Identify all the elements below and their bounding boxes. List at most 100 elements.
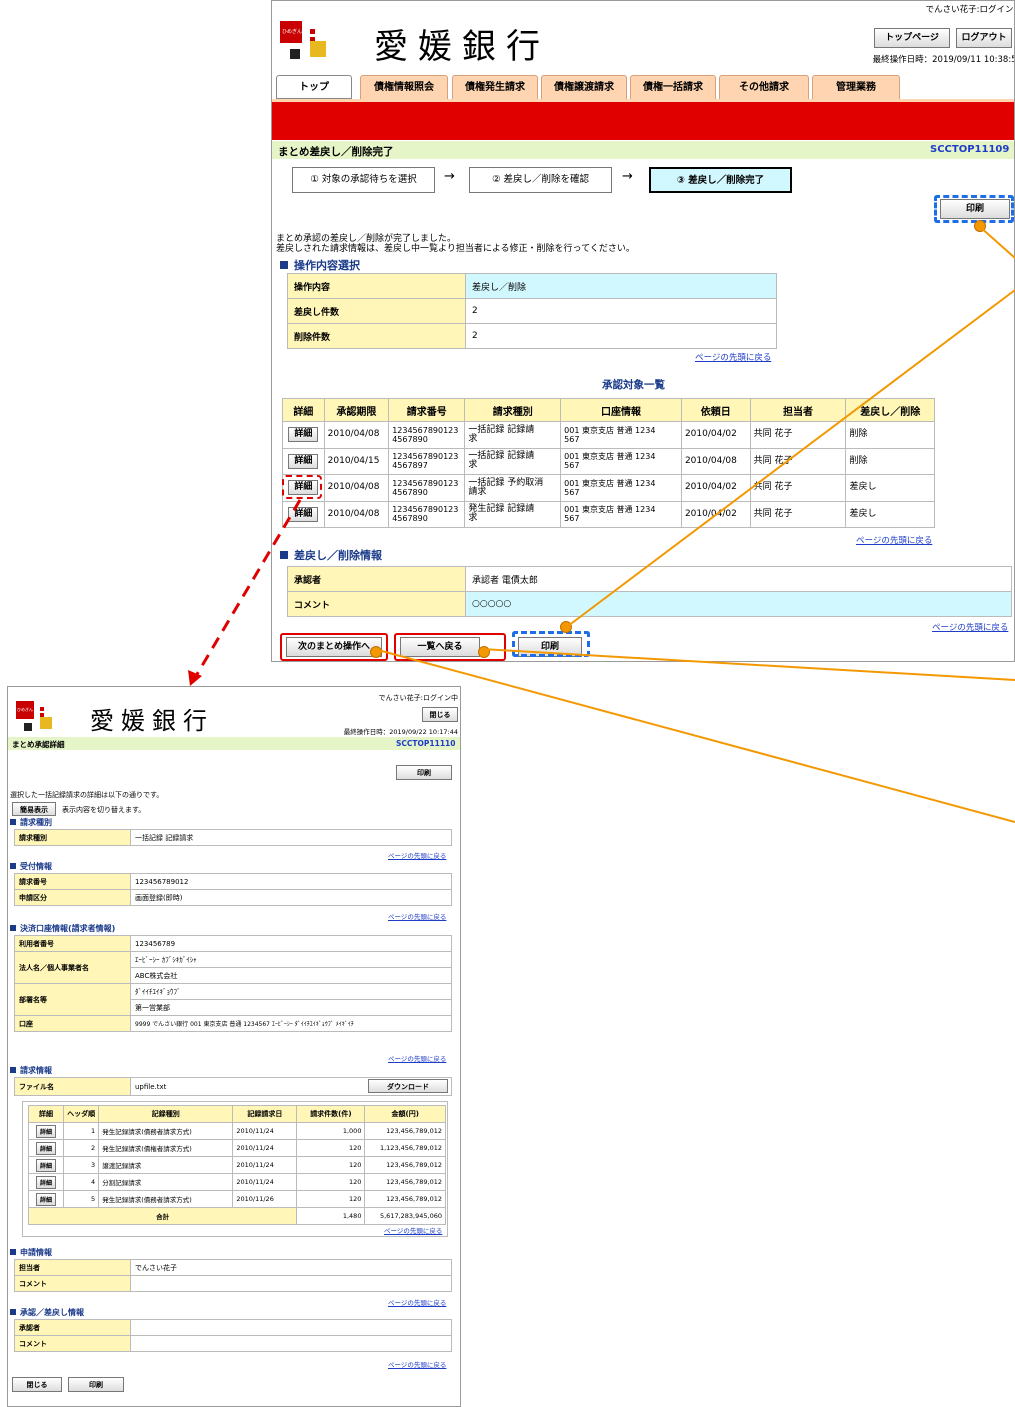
header-order: 5 (63, 1190, 100, 1208)
page-title-bar: まとめ差戻し／削除完了 SCCTOP11109 (272, 141, 1014, 159)
field-value (130, 1335, 452, 1352)
detail-button[interactable]: 詳細 (36, 1141, 57, 1155)
request-no: 4567890 (392, 487, 428, 497)
user-status: でんさい花子:ログイン中 (378, 694, 458, 702)
person-cell: 共同 花子 (749, 500, 847, 528)
tab-other-request[interactable]: その他請求 (719, 75, 809, 99)
last-operation: 最終操作日時：2019/09/11 10:38:51 (872, 55, 1015, 65)
account-info: 567 (564, 487, 580, 497)
step-1: ① 対象の承認待ちを選択 (292, 167, 435, 193)
section-info: 差戻し／削除情報 (280, 547, 382, 563)
detail-window: ひめぎん 愛媛銀行 でんさい花子:ログイン中 閉じる 最終操作日時：2019/0… (7, 686, 461, 1407)
section-reception: 受付情報 (10, 861, 52, 872)
tab-management[interactable]: 管理業務 (812, 75, 900, 99)
field-value: ﾀﾞｲｲﾁｴｲｷﾞｮｳﾌﾞ (130, 983, 452, 1000)
request-type: 求 (468, 460, 478, 471)
top-page-button[interactable]: トップページ (874, 28, 950, 48)
field-key: ファイル名 (14, 1077, 131, 1096)
main-window: ひめぎん 愛媛銀行 でんさい花子:ログイン中 トップページ ログアウト 最終操作… (271, 0, 1015, 662)
field-value: ｴｰﾋﾞｰｼｰ ｶﾌﾞｼｷｶﾞｲｼｬ (130, 951, 452, 968)
field-key: 請求番号 (14, 873, 131, 890)
total-label: 合計 (27, 1207, 298, 1225)
detail-button[interactable]: 詳細 (36, 1158, 57, 1172)
col-header: 口座情報 (560, 398, 682, 422)
step-3-current: ③ 差戻し／削除完了 (649, 167, 792, 193)
record-type: 発生記録請求(債権者請求方式) (98, 1139, 234, 1157)
tab-claims-transfer[interactable]: 債権譲渡請求 (541, 75, 627, 99)
page-top-link[interactable]: ページの先頭に戻る (388, 1359, 446, 1369)
print-button[interactable]: 印刷 (396, 765, 452, 780)
file-detail-table: 詳細 ヘッダ順 記録種別 記録請求日 請求件数(件) 金額(円) 詳細 1 発生… (27, 1105, 446, 1225)
page-top-link[interactable]: ページの先頭に戻る (388, 1297, 446, 1307)
simple-view-note: 表示内容を切り替えます。 (62, 806, 146, 814)
request-count: 1,000 (296, 1122, 366, 1140)
field-value (130, 1319, 452, 1336)
account-info: 001 東京支店 普通 1234 (564, 452, 656, 462)
logout-button[interactable]: ログアウト (956, 28, 1012, 48)
request-no: 1234567890123 (392, 505, 459, 515)
page-top-link[interactable]: ページの先頭に戻る (388, 850, 446, 860)
detail-button[interactable]: 詳細 (36, 1124, 57, 1138)
tab-bulk-request[interactable]: 債権一括請求 (630, 75, 716, 99)
page-top-link[interactable]: ページの先頭に戻る (388, 911, 446, 921)
deadline-cell: 2010/04/08 (323, 421, 390, 449)
amount: 123,456,789,012 (364, 1173, 446, 1191)
approval-table: 承認者 コメント (14, 1319, 452, 1352)
account-info: 001 東京支店 普通 1234 (564, 505, 656, 515)
page-top-link[interactable]: ページの先頭に戻る (384, 1225, 442, 1235)
request-no: 1234567890123 (392, 425, 459, 435)
request-type: 一括記録 記録請 (468, 451, 535, 462)
logo-mark: ひめぎん (280, 21, 302, 43)
section-operation: 操作内容選択 (280, 257, 360, 273)
reception-table: 請求番号 123456789012 申請区分 画面登録(即時) (14, 873, 452, 906)
detail-button[interactable]: 詳細 (36, 1175, 57, 1189)
page-top-link[interactable]: ページの先頭に戻る (388, 1053, 446, 1063)
amount: 1,123,456,789,012 (364, 1139, 446, 1157)
logo-mark: ひめぎん (16, 701, 34, 719)
tab-claims-issue[interactable]: 債権発生請求 (452, 75, 538, 99)
detail-button[interactable]: 詳細 (36, 1192, 57, 1206)
field-value: 123456789012 (130, 873, 452, 890)
person-cell: 共同 花子 (749, 447, 847, 475)
record-date: 2010/11/24 (232, 1139, 298, 1157)
simple-view-button[interactable]: 簡易表示 (12, 802, 56, 816)
page-top-link[interactable]: ページの先頭に戻る (932, 621, 1008, 633)
field-key: コメント (14, 1335, 131, 1352)
request-no: 1234567890123 (392, 452, 459, 462)
record-date: 2010/11/24 (232, 1156, 298, 1174)
step-arrow-icon: → (444, 169, 455, 184)
op-key: 削除件数 (287, 323, 466, 349)
tab-claims-inquiry[interactable]: 債権情報照会 (360, 75, 448, 99)
field-value: 9999 でんさい銀行 001 東京支店 普通 1234567 ｴｰﾋﾞｰｼｰ … (130, 1015, 452, 1032)
col-header: 請求件数(件) (296, 1105, 366, 1123)
total-count: 1,480 (296, 1207, 366, 1225)
person-cell: 共同 花子 (749, 474, 847, 502)
op-key: 操作内容 (287, 273, 466, 299)
table-row: 詳細 1 発生記録請求(債務者請求方式) 2010/11/24 1,000 12… (27, 1122, 446, 1140)
request-type: 求 (468, 513, 478, 524)
page-title: まとめ差戻し／削除完了 (278, 146, 394, 158)
callout-dot (560, 621, 572, 633)
close-button[interactable]: 閉じる (422, 707, 458, 722)
total-amount: 5,617,283,945,060 (364, 1207, 446, 1225)
detail-button[interactable]: 詳細 (288, 453, 319, 469)
last-operation: 最終操作日時：2019/09/22 10:17:44 (343, 728, 458, 736)
detail-button[interactable]: 詳細 (288, 427, 319, 443)
bank-logo: ひめぎん (280, 21, 360, 61)
account-info: 001 東京支店 普通 1234 (564, 425, 656, 435)
deadline-cell: 2010/04/08 (323, 500, 390, 528)
tab-top[interactable]: トップ (276, 75, 352, 99)
page-top-link[interactable]: ページの先頭に戻る (856, 534, 932, 546)
total-row: 合計 1,480 5,617,283,945,060 (27, 1207, 446, 1225)
download-button[interactable]: ダウンロード (368, 1079, 448, 1093)
table-row: 詳細 2010/04/08 1234567890123 4567890 発生記録 … (282, 500, 935, 528)
close-button-bottom[interactable]: 閉じる (12, 1377, 62, 1392)
info-key: 承認者 (287, 566, 466, 592)
deadline-cell: 2010/04/15 (323, 447, 390, 475)
info-value: 承認者 電債太郎 (465, 566, 1012, 592)
detail-button[interactable]: 詳細 (288, 506, 319, 522)
action-cell: 削除 (845, 447, 935, 475)
print-button-bottom[interactable]: 印刷 (68, 1377, 124, 1392)
request-type-table: 請求種別 一括記録 記録請求 (14, 829, 452, 846)
page-top-link[interactable]: ページの先頭に戻る (695, 351, 771, 363)
